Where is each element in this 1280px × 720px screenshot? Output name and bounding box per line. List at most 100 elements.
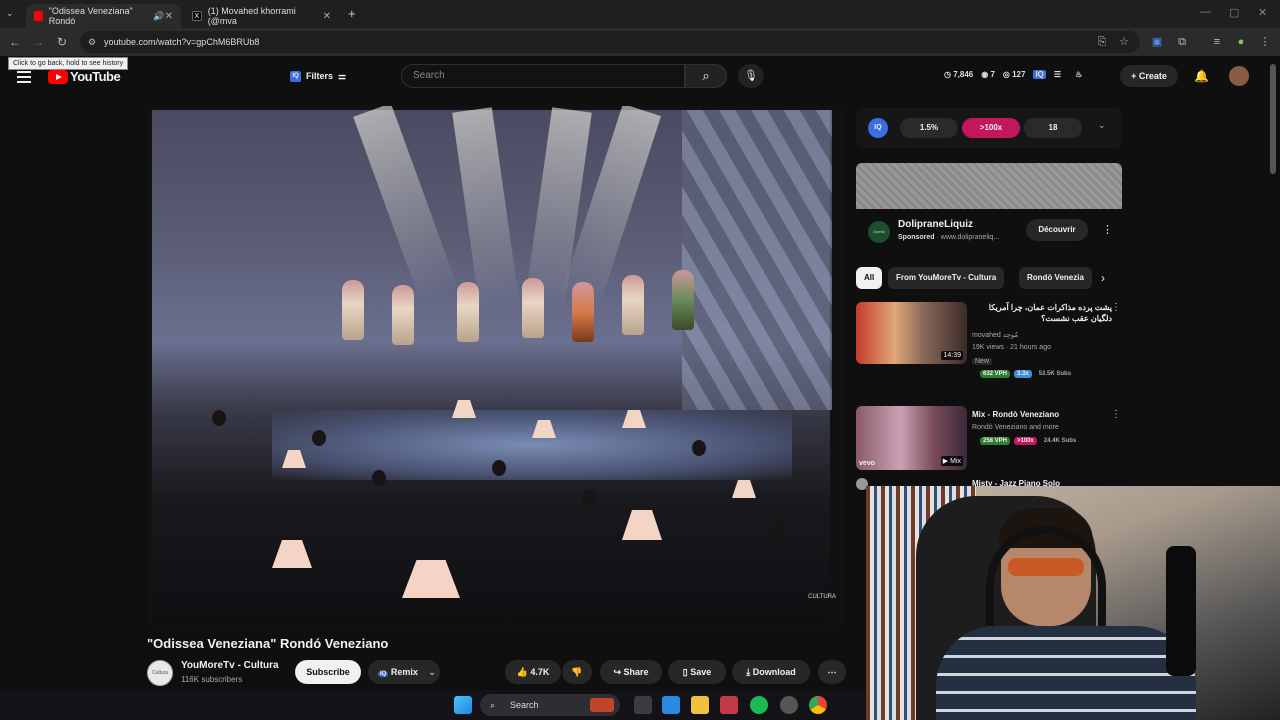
save-button[interactable]: ▯ Save xyxy=(668,660,726,684)
chip-all[interactable]: All xyxy=(856,267,883,289)
multiplier-badge: 3.3x xyxy=(1014,370,1032,378)
ad-cta-button[interactable]: Découvrir xyxy=(1026,219,1088,241)
list-item[interactable]: vevo ▶ Mix Mix - Rondò Veneziano Rondò V… xyxy=(856,406,1121,472)
extensions-icon[interactable]: ⧉ xyxy=(1175,35,1189,49)
windows-start-icon[interactable] xyxy=(454,696,472,714)
kebab-menu-icon[interactable]: ⋮ xyxy=(1111,302,1121,313)
minimize-icon[interactable]: — xyxy=(1200,6,1211,18)
file-explorer-icon[interactable] xyxy=(691,696,709,714)
advertiser-logo[interactable]: Opella xyxy=(868,221,890,243)
photos-app-icon[interactable] xyxy=(662,696,680,714)
site-info-icon[interactable]: ⚙ xyxy=(88,31,96,53)
spotify-icon[interactable] xyxy=(750,696,768,714)
search-icon: ⌕ xyxy=(702,68,710,83)
snipping-tool-icon[interactable] xyxy=(720,696,738,714)
chevron-down-icon[interactable]: ⌄ xyxy=(1098,120,1106,131)
subscriber-count: 116K subscribers xyxy=(181,675,243,684)
translate-icon[interactable]: ▣ xyxy=(1150,35,1164,49)
performer xyxy=(342,280,364,340)
kebab-menu-icon[interactable]: ⋮ xyxy=(1258,35,1272,49)
kebab-menu-icon[interactable]: ⋮ xyxy=(1102,223,1113,236)
install-app-icon[interactable]: ⎘ xyxy=(1095,35,1109,49)
vidiq-outlier-chip[interactable]: >100x xyxy=(962,118,1020,138)
url-bar[interactable]: ⚙ youtube.com/watch?v=gpChM6BRUb8 xyxy=(80,31,1140,53)
mix-badge: ▶ Mix xyxy=(940,456,963,466)
back-arrow-icon[interactable]: ← xyxy=(7,34,23,50)
chrome-icon[interactable] xyxy=(809,696,827,714)
channel-name[interactable]: Rondò Veneziano and more xyxy=(972,424,1059,431)
video-title[interactable]: پشت پرده مذاکرات عمان، چرا آمریکا دلگیان… xyxy=(972,302,1112,324)
address-toolbar: ← → ↻ ⚙ youtube.com/watch?v=gpChM6BRUb8 … xyxy=(0,28,1280,56)
ad-title[interactable]: DolipraneLiquiz xyxy=(898,219,973,230)
like-button[interactable]: 👍 4.7K xyxy=(505,660,561,684)
tab-search-icon[interactable]: ⌄ xyxy=(6,8,14,19)
video-thumbnail[interactable]: 14:39 xyxy=(856,302,967,364)
reload-icon[interactable]: ↻ xyxy=(54,34,70,50)
more-actions-button[interactable]: ⋯ xyxy=(818,660,846,684)
chip-rondo[interactable]: Rondò Venezia xyxy=(1019,267,1092,289)
hamburger-menu-icon[interactable] xyxy=(17,71,31,83)
remix-button[interactable]: IQ Remix ⌄ xyxy=(368,660,440,684)
ad-banner-image[interactable] xyxy=(856,163,1122,209)
youtube-logo[interactable]: YouTube xyxy=(48,69,121,84)
youtube-header: YouTube IQ Filters ⚌ Search ⌕ 🎙 ◷ 7,846 … xyxy=(0,56,1280,98)
bookmark-star-icon[interactable]: ☆ xyxy=(1117,35,1131,49)
channel-name[interactable]: movahed مُوحِد xyxy=(972,331,1018,339)
chevron-down-icon: ⌄ xyxy=(428,667,436,677)
notifications-bell-icon[interactable]: 🔔 xyxy=(1194,69,1209,83)
chevron-right-icon[interactable]: › xyxy=(1101,271,1105,285)
vidiq-small-icon[interactable]: IQ xyxy=(1033,70,1046,79)
voice-search-button[interactable]: 🎙 xyxy=(738,64,764,88)
vidiq-engagement-chip[interactable]: 1.5% xyxy=(900,118,958,138)
vidiq-stats: ◷ 7,846 ◉ 7 ◎ 127 IQ ☰ ♨ xyxy=(944,70,1082,79)
bulb-icon[interactable]: ♨ xyxy=(1075,70,1082,79)
search-input[interactable]: Search xyxy=(401,64,685,88)
video-watermark: CULTURA xyxy=(808,594,836,600)
vidiq-score-chip[interactable]: 18 xyxy=(1024,118,1082,138)
account-avatar[interactable] xyxy=(1229,66,1249,86)
share-button[interactable]: ↪ Share xyxy=(600,660,662,684)
create-button[interactable]: + Create xyxy=(1120,65,1178,87)
maximize-icon[interactable]: ▢ xyxy=(1229,6,1239,19)
webcam-overlay xyxy=(866,486,1280,720)
forward-arrow-icon[interactable]: → xyxy=(30,34,46,50)
subscribe-button[interactable]: Subscribe xyxy=(295,660,361,684)
page-scrollbar[interactable] xyxy=(1270,64,1276,174)
dislike-button[interactable]: 👎 xyxy=(562,660,592,684)
list-item[interactable]: 14:39 پشت پرده مذاکرات عمان، چرا آمریکا … xyxy=(856,302,1121,392)
filters-button[interactable]: IQ Filters ⚌ xyxy=(282,65,354,87)
search-button[interactable]: ⌕ xyxy=(685,64,727,88)
tab-youtube[interactable]: "Odissea Veneziana" Rondó 🔊 ✕ xyxy=(26,4,181,28)
kebab-menu-icon[interactable]: ⋮ xyxy=(1111,409,1121,420)
windows-taskbar: ⌕ Search xyxy=(0,690,866,720)
list-icon[interactable]: ☰ xyxy=(1054,70,1061,79)
video-duration: 14:39 xyxy=(941,351,963,360)
download-label: Download xyxy=(752,667,796,677)
task-view-icon[interactable] xyxy=(634,696,652,714)
vidiq-logo[interactable]: IQ xyxy=(868,118,888,138)
taskbar-search[interactable]: ⌕ Search xyxy=(480,694,620,716)
browser-tab-bar: ⌄ "Odissea Veneziana" Rondó 🔊 ✕ X (1) Mo… xyxy=(0,0,1280,28)
vph-badge: 258 VPH xyxy=(980,437,1011,445)
profile-icon[interactable]: ● xyxy=(1234,35,1248,49)
chip-from-channel[interactable]: From YouMoreTv - Cultura xyxy=(888,267,1005,289)
media-control-icon[interactable]: ≡ xyxy=(1210,35,1224,49)
performer xyxy=(622,275,644,335)
like-count: 4.7K xyxy=(530,667,550,677)
settings-gear-icon[interactable] xyxy=(780,696,798,714)
video-player[interactable]: CULTURA xyxy=(148,106,844,626)
close-tab-icon[interactable]: ✕ xyxy=(165,11,173,22)
vph-badge: 632 VPH xyxy=(980,370,1011,378)
spotlight-beam xyxy=(452,107,520,311)
new-tab-icon[interactable]: + xyxy=(348,6,356,21)
video-title[interactable]: Mix - Rondò Veneziano xyxy=(972,409,1112,420)
close-tab-icon[interactable]: ✕ xyxy=(323,11,331,22)
channel-name[interactable]: YouMoreTv - Cultura xyxy=(181,660,279,671)
download-button[interactable]: ⤓ Download xyxy=(732,660,810,684)
stat-views: 7,846 xyxy=(953,70,974,79)
table-lamp xyxy=(732,480,756,498)
tab-x[interactable]: X (1) Movahed khorrami (@mva ✕ xyxy=(184,4,339,28)
close-window-icon[interactable]: ✕ xyxy=(1258,6,1267,19)
video-thumbnail[interactable]: vevo ▶ Mix xyxy=(856,406,967,470)
channel-avatar[interactable]: Cultura xyxy=(147,660,173,686)
